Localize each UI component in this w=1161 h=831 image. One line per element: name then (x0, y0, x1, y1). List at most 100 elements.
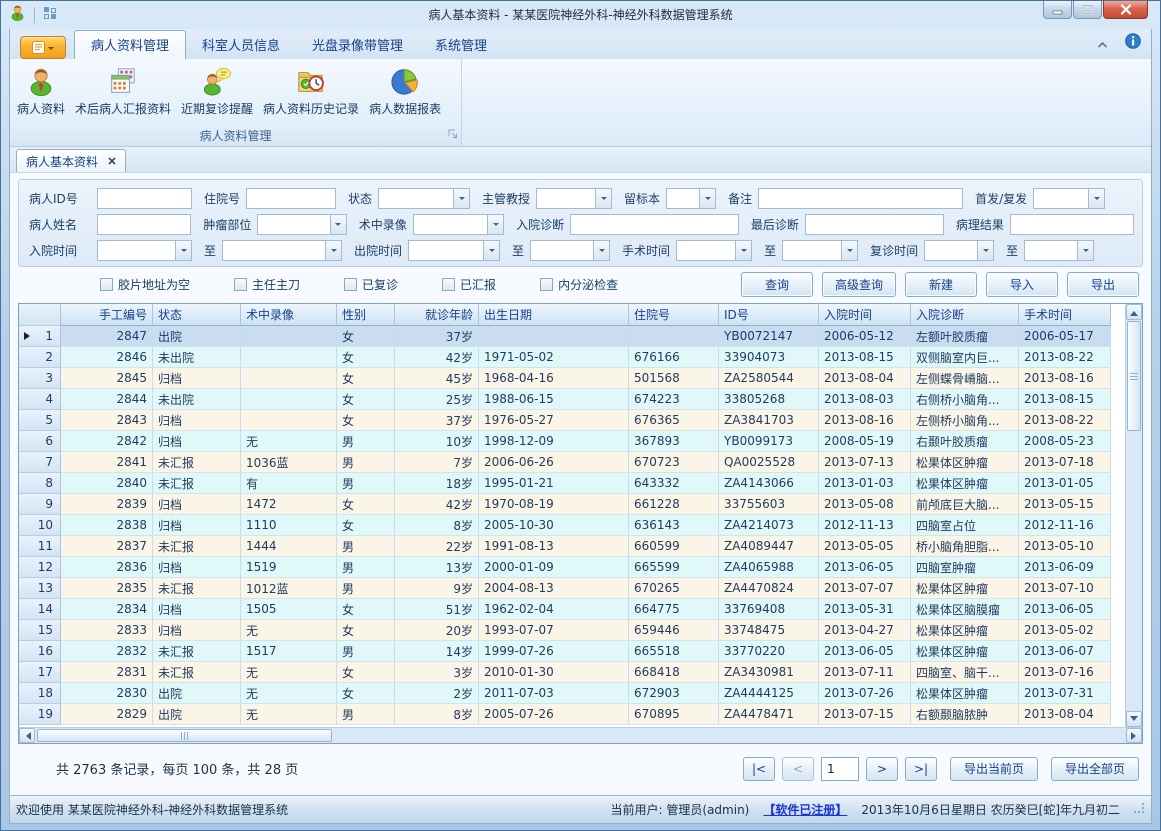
row-header[interactable]: 4 (19, 389, 61, 410)
filter-combo-2-2[interactable] (257, 214, 346, 235)
checkbox-option-4[interactable]: 已汇报 (442, 276, 496, 293)
row-header[interactable]: 11 (19, 536, 61, 557)
tab-patient-basic-info[interactable]: 病人基本资料 (16, 149, 126, 172)
collapse-ribbon-icon[interactable] (1096, 34, 1109, 53)
table-row-17[interactable]: 172831未汇报无女3岁2010-01-30668418ZA343098120… (19, 662, 1125, 683)
filter-input-1-1[interactable] (97, 188, 192, 209)
h-scroll-thumb[interactable] (37, 729, 332, 742)
chevron-down-icon[interactable] (977, 241, 993, 260)
table-row-19[interactable]: 192829出院无男8岁2005-07-26670895ZA4478471201… (19, 704, 1125, 725)
checkbox-option-5[interactable]: 内分泌检查 (540, 276, 618, 293)
ribbon-tab-4[interactable]: 系统管理 (419, 31, 503, 59)
table-row-12[interactable]: 122836归档1519男13岁2000-01-09665599ZA406598… (19, 557, 1125, 578)
chevron-down-icon[interactable] (841, 241, 857, 260)
filter-combo-3-2[interactable] (222, 240, 342, 261)
maximize-button[interactable] (1073, 1, 1102, 19)
filter-combo-2-3[interactable] (413, 214, 504, 235)
chevron-down-icon[interactable] (453, 189, 469, 208)
row-header[interactable]: 15 (19, 620, 61, 641)
last-page-button[interactable]: >| (905, 757, 937, 781)
scroll-down-icon[interactable] (1126, 711, 1142, 727)
column-header[interactable]: 手工编号 (61, 304, 153, 326)
filter-input-1-6[interactable] (758, 188, 963, 209)
chevron-down-icon[interactable] (487, 215, 503, 234)
filter-combo-1-3[interactable] (378, 188, 470, 209)
next-page-button[interactable]: > (866, 757, 898, 781)
table-row-6[interactable]: 62842归档无男10岁1998-12-09367893YB0099173200… (19, 431, 1125, 452)
filter-combo-3-1[interactable] (97, 240, 192, 261)
column-header[interactable]: 性别 (337, 304, 395, 326)
table-row-5[interactable]: 52843归档女37岁1976-05-27676365ZA38417032013… (19, 410, 1125, 431)
tab-close-icon[interactable] (108, 154, 116, 168)
table-row-7[interactable]: 72841未汇报1036蓝男7岁2006-06-26670723QA002552… (19, 452, 1125, 473)
page-number-input[interactable]: 1 (821, 757, 859, 781)
row-header[interactable]: 14 (19, 599, 61, 620)
dialog-launcher-icon[interactable] (448, 124, 458, 143)
column-header[interactable]: 状态 (153, 304, 241, 326)
software-registered-link[interactable]: 【软件已注册】 (763, 801, 847, 818)
ribbon-button-2[interactable]: 术后病人汇报资料 (70, 62, 176, 119)
column-header[interactable]: 入院诊断 (911, 304, 1019, 326)
export-all-pages-button[interactable]: 导出全部页 (1051, 757, 1139, 781)
table-row-4[interactable]: 42844未出院女25岁1988-06-15674223338052682013… (19, 389, 1125, 410)
chevron-down-icon[interactable] (1088, 189, 1104, 208)
column-header[interactable]: 住院号 (629, 304, 719, 326)
action-button-2[interactable]: 高级查询 (822, 272, 896, 297)
filter-combo-3-4[interactable] (530, 240, 610, 261)
prev-page-button[interactable]: < (782, 757, 814, 781)
table-row-2[interactable]: 22846未出院女42岁1971-05-02676166339040732013… (19, 347, 1125, 368)
filter-combo-1-5[interactable] (666, 188, 716, 209)
column-header[interactable]: 入院时间 (819, 304, 911, 326)
row-header[interactable]: 13 (19, 578, 61, 599)
chevron-down-icon[interactable] (175, 241, 191, 260)
column-header[interactable]: 就诊年龄 (395, 304, 479, 326)
table-row-10[interactable]: 102838归档1110女8岁2005-10-30636143ZA4214073… (19, 515, 1125, 536)
row-header[interactable]: 7 (19, 452, 61, 473)
close-button[interactable] (1103, 1, 1148, 19)
row-header[interactable]: 5 (19, 410, 61, 431)
ribbon-button-3[interactable]: 近期复诊提醒 (176, 62, 258, 119)
application-menu-button[interactable] (20, 36, 66, 59)
resize-grip-icon[interactable] (1134, 803, 1145, 817)
filter-combo-1-4[interactable] (536, 188, 612, 209)
filter-input-2-1[interactable] (97, 214, 191, 235)
minimize-button[interactable] (1043, 1, 1072, 19)
row-header[interactable]: 2 (19, 347, 61, 368)
checkbox-option-2[interactable]: 主任主刀 (234, 276, 300, 293)
table-row-1[interactable]: 12847出院女37岁YB00721472006-05-12左额叶胶质瘤2006… (19, 326, 1125, 347)
filter-combo-1-7[interactable] (1033, 188, 1105, 209)
info-icon[interactable] (1125, 33, 1141, 53)
action-button-1[interactable]: 查询 (741, 272, 813, 297)
column-header[interactable]: 出生日期 (479, 304, 629, 326)
filter-input-1-2[interactable] (246, 188, 336, 209)
column-header[interactable]: 手术时间 (1019, 304, 1111, 326)
chevron-down-icon[interactable] (330, 215, 346, 234)
chevron-down-icon[interactable] (699, 189, 715, 208)
column-header[interactable]: 术中录像 (241, 304, 337, 326)
table-row-14[interactable]: 142834归档1505女51岁1962-02-0466477533769408… (19, 599, 1125, 620)
row-header[interactable]: 6 (19, 431, 61, 452)
filter-combo-3-8[interactable] (1024, 240, 1094, 261)
chevron-down-icon[interactable] (325, 241, 341, 260)
chevron-down-icon[interactable] (735, 241, 751, 260)
chevron-down-icon[interactable] (483, 241, 499, 260)
row-header[interactable]: 17 (19, 662, 61, 683)
column-header[interactable]: ID号 (719, 304, 819, 326)
quick-access-icon[interactable] (43, 5, 57, 24)
table-row-3[interactable]: 32845归档女45岁1968-04-16501568ZA25805442013… (19, 368, 1125, 389)
ribbon-button-5[interactable]: 病人数据报表 (364, 62, 446, 119)
table-row-11[interactable]: 112837未汇报1444男22岁1991-08-13660599ZA40894… (19, 536, 1125, 557)
table-row-18[interactable]: 182830出院无女2岁2011-07-03672903ZA4444125201… (19, 683, 1125, 704)
row-header[interactable]: 19 (19, 704, 61, 725)
filter-input-2-5[interactable] (805, 214, 944, 235)
table-row-16[interactable]: 162832未汇报1517男14岁1999-07-266655183377022… (19, 641, 1125, 662)
table-row-8[interactable]: 82840未汇报有男18岁1995-01-21643332ZA414306620… (19, 473, 1125, 494)
row-header[interactable]: 10 (19, 515, 61, 536)
scroll-right-icon[interactable] (1126, 728, 1142, 743)
ribbon-tab-1[interactable]: 病人资料管理 (74, 30, 186, 59)
row-header[interactable]: 16 (19, 641, 61, 662)
scroll-left-icon[interactable] (19, 728, 35, 743)
chevron-down-icon[interactable] (595, 189, 611, 208)
chevron-down-icon[interactable] (1077, 241, 1093, 260)
v-scroll-thumb[interactable] (1127, 321, 1141, 431)
